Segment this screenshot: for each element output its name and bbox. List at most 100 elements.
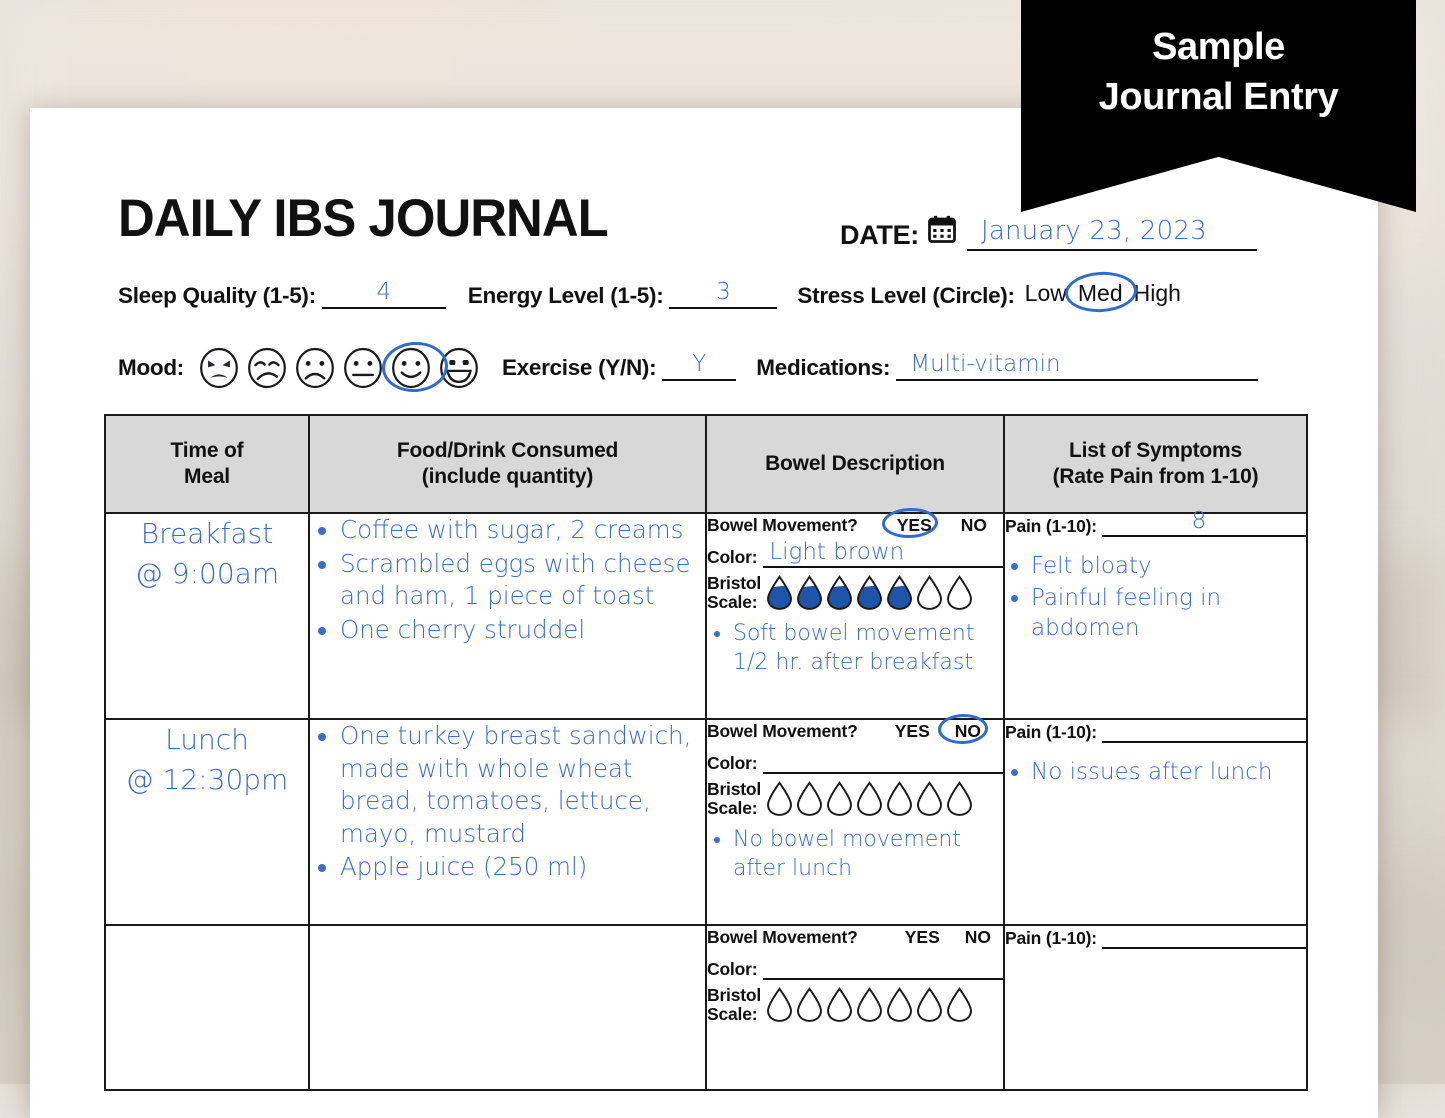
bristol-drop-6[interactable] bbox=[915, 780, 944, 817]
bristol-drop-3[interactable] bbox=[825, 780, 854, 817]
pain-rating-field[interactable]: Pain (1-10): bbox=[1005, 926, 1306, 949]
mood-happy-icon[interactable] bbox=[388, 345, 434, 391]
date-label: DATE: bbox=[840, 220, 919, 250]
energy-level-input[interactable]: 3 bbox=[669, 279, 778, 309]
food-drink-cell[interactable] bbox=[308, 924, 707, 1091]
bristol-drop-3[interactable] bbox=[825, 574, 854, 611]
stool-color-field[interactable]: Color: Light brown bbox=[707, 539, 1003, 568]
mood-angry-icon[interactable] bbox=[196, 345, 242, 391]
page-title: DAILY IBS JOURNAL bbox=[118, 189, 609, 248]
mood-very-sad-icon[interactable] bbox=[244, 345, 290, 391]
column-header-food-drink: Food/Drink Consumed (include quantity) bbox=[308, 414, 707, 514]
meal-time-cell[interactable] bbox=[104, 924, 310, 1091]
metrics-row-top: Sleep Quality (1-5): 4 Energy Level (1-5… bbox=[118, 270, 1181, 314]
medications-input[interactable]: Multi-vitamin bbox=[896, 351, 1259, 381]
food-item: One cherry struddel bbox=[340, 614, 705, 647]
exercise-value: Y bbox=[692, 351, 707, 377]
food-item: Scrambled eggs with cheese and ham, 1 pi… bbox=[340, 548, 705, 613]
date-field-group: DATE: January 23, 2023 bbox=[840, 214, 1257, 251]
banner-line-2: Journal Entry bbox=[1098, 76, 1339, 119]
bristol-drop-4[interactable] bbox=[855, 780, 884, 817]
symptom-item: Painful feeling in abdomen bbox=[1031, 583, 1306, 644]
bristol-drop-2[interactable] bbox=[795, 574, 824, 611]
food-item: One turkey breast sandwich, made with wh… bbox=[340, 720, 705, 850]
bristol-drop-2[interactable] bbox=[795, 780, 824, 817]
bristol-drop-4[interactable] bbox=[855, 574, 884, 611]
bowel-movement-no[interactable]: NO bbox=[957, 514, 991, 537]
pain-label: Pain (1-10): bbox=[1005, 928, 1097, 948]
stool-color-field[interactable]: Color: bbox=[707, 956, 1003, 980]
bristol-drop-3[interactable] bbox=[825, 986, 854, 1023]
food-item-list: Coffee with sugar, 2 creamsScrambled egg… bbox=[310, 514, 705, 646]
bowel-description-cell[interactable]: Bowel Movement? YES NO Color: Bristol Sca… bbox=[705, 924, 1005, 1091]
stress-option-high[interactable]: High bbox=[1134, 280, 1181, 307]
column-header-food-line1: Food/Drink Consumed bbox=[396, 438, 619, 462]
bristol-label-line2: Scale: bbox=[707, 1003, 758, 1024]
food-item: Apple juice (250 ml) bbox=[340, 851, 705, 884]
food-item: Coffee with sugar, 2 creams bbox=[340, 514, 705, 547]
column-header-bowel-description: Bowel Description bbox=[705, 414, 1005, 514]
bowel-movement-no[interactable]: NO bbox=[937, 713, 989, 745]
mood-sad-icon[interactable] bbox=[292, 345, 338, 391]
bowel-note-list: No bowel movement after lunch bbox=[707, 825, 1003, 884]
bowel-movement-yes[interactable]: YES bbox=[881, 507, 939, 539]
pain-rating-field[interactable]: Pain (1-10): 8 bbox=[1005, 508, 1306, 537]
bristol-drop-7[interactable] bbox=[945, 574, 974, 611]
column-header-time-line2: Meal bbox=[184, 465, 230, 488]
bristol-drop-1[interactable] bbox=[765, 574, 794, 611]
energy-level-label: Energy Level (1-5): bbox=[467, 283, 664, 308]
date-value: January 23, 2023 bbox=[981, 216, 1207, 246]
pain-value: 8 bbox=[1191, 508, 1207, 534]
bristol-drop-5[interactable] bbox=[885, 986, 914, 1023]
color-label: Color: bbox=[707, 753, 758, 773]
stool-color-field[interactable]: Color: bbox=[707, 750, 1003, 774]
bristol-drop-1[interactable] bbox=[765, 986, 794, 1023]
date-input[interactable]: January 23, 2023 bbox=[967, 216, 1257, 251]
mood-neutral-icon[interactable] bbox=[340, 345, 386, 391]
bristol-drop-6[interactable] bbox=[915, 986, 944, 1023]
bristol-drop-7[interactable] bbox=[945, 780, 974, 817]
sleep-quality-input[interactable]: 4 bbox=[321, 279, 446, 309]
bowel-movement-label: Bowel Movement? bbox=[707, 927, 858, 947]
table-row: Lunch @ 12:30pm One turkey breast sandwich… bbox=[104, 713, 1308, 926]
bowel-movement-yes[interactable]: YES bbox=[891, 720, 934, 743]
meal-name: Lunch bbox=[165, 723, 249, 756]
stress-option-med[interactable]: Med bbox=[1078, 280, 1123, 307]
bristol-label-line1: Bristol bbox=[707, 573, 762, 594]
column-header-food-line2: (include quantity) bbox=[421, 465, 594, 488]
food-drink-cell[interactable]: One turkey breast sandwich, made with wh… bbox=[308, 718, 707, 926]
energy-level-value: 3 bbox=[716, 279, 731, 305]
mood-very-happy-icon[interactable] bbox=[436, 345, 482, 391]
bristol-drop-7[interactable] bbox=[945, 986, 974, 1023]
symptoms-cell[interactable]: Pain (1-10): 8 Felt bloatyPainful feelin… bbox=[1003, 508, 1308, 720]
bowel-movement-question: Bowel Movement? YES NO bbox=[707, 926, 1003, 949]
bristol-scale-label: Bristol Scale: bbox=[707, 780, 761, 817]
bristol-drop-6[interactable] bbox=[915, 574, 944, 611]
bowel-movement-no[interactable]: NO bbox=[961, 926, 995, 949]
meal-time-cell[interactable]: Breakfast @ 9:00am bbox=[104, 512, 310, 720]
bowel-note: Soft bowel movement 1/2 hr. after breakf… bbox=[733, 619, 1003, 678]
stress-option-low[interactable]: Low bbox=[1025, 280, 1067, 307]
bowel-movement-yes[interactable]: YES bbox=[901, 926, 944, 949]
pain-rating-field[interactable]: Pain (1-10): bbox=[1005, 720, 1306, 743]
meal-time-cell[interactable]: Lunch @ 12:30pm bbox=[104, 718, 310, 926]
meal-time: @ 9:00am bbox=[134, 556, 280, 590]
bristol-drop-5[interactable] bbox=[885, 574, 914, 611]
bristol-drop-4[interactable] bbox=[855, 986, 884, 1023]
bowel-description-cell[interactable]: Bowel Movement? YES NO Color: Light brow… bbox=[705, 507, 1005, 720]
bowel-description-cell[interactable]: Bowel Movement? YES NO Color: Bristol Sca… bbox=[705, 713, 1005, 926]
bristol-drop-1[interactable] bbox=[765, 780, 794, 817]
bowel-note: No bowel movement after lunch bbox=[733, 825, 1003, 884]
calendar-icon bbox=[927, 214, 957, 249]
symptoms-cell[interactable]: Pain (1-10): bbox=[1003, 924, 1308, 1091]
table-body: Breakfast @ 9:00am Coffee with sugar, 2 cr… bbox=[104, 507, 1308, 1091]
food-drink-cell[interactable]: Coffee with sugar, 2 creamsScrambled egg… bbox=[308, 512, 707, 720]
bristol-label-line2: Scale: bbox=[707, 797, 758, 818]
column-header-time-line1: Time of bbox=[170, 438, 244, 462]
symptoms-cell[interactable]: Pain (1-10): No issues after lunch bbox=[1003, 718, 1308, 926]
exercise-input[interactable]: Y bbox=[662, 351, 737, 381]
color-label: Color: bbox=[707, 959, 758, 979]
bristol-drop-5[interactable] bbox=[885, 780, 914, 817]
pain-label: Pain (1-10): bbox=[1005, 722, 1097, 742]
bristol-drop-2[interactable] bbox=[795, 986, 824, 1023]
